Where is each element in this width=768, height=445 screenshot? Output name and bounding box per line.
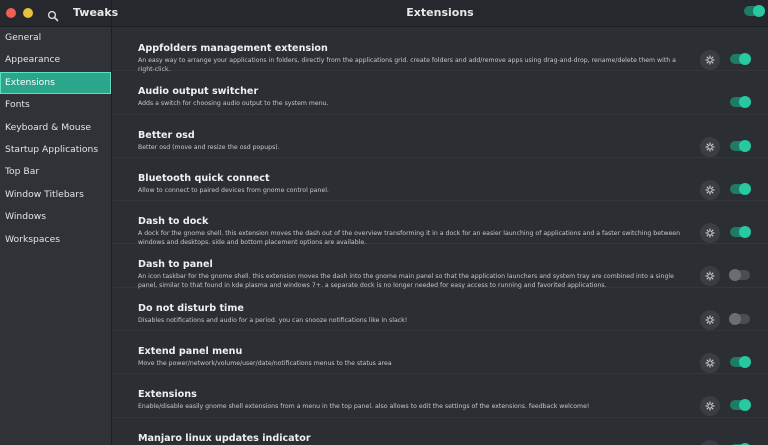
sidebar-item-extensions[interactable]: Extensions <box>0 71 111 95</box>
toggle-switch[interactable] <box>730 356 751 369</box>
extension-enable-toggle[interactable] <box>730 399 751 412</box>
extension-name: Do not disturb time <box>138 302 244 314</box>
extension-row: Appfolders management extension An easy w… <box>113 28 768 73</box>
extension-row: Better osd Better osd (move and resize th… <box>113 115 768 158</box>
toggle-knob <box>739 96 751 109</box>
extension-description: Allow to connect to paired devices from … <box>138 186 329 194</box>
toggle-switch[interactable] <box>730 226 751 239</box>
sidebar-item-windows[interactable]: Windows <box>0 206 111 228</box>
toggle-switch[interactable] <box>730 96 751 109</box>
gear-icon <box>705 228 715 238</box>
extension-enable-toggle[interactable] <box>730 182 751 195</box>
search-icon[interactable] <box>47 7 59 22</box>
gear-icon <box>705 185 715 195</box>
extension-row: Bluetooth quick connect Allow to connect … <box>113 158 768 202</box>
extension-name: Dash to dock <box>138 216 209 228</box>
extension-name: Better osd <box>138 129 195 141</box>
toggle-knob <box>739 53 751 65</box>
extension-row: Extensions Enable/disable easily gnome sh… <box>113 374 768 418</box>
extension-row: Manjaro linux updates indicator <box>113 418 768 445</box>
gear-icon <box>705 315 715 325</box>
extension-settings-button[interactable] <box>700 309 720 330</box>
extension-enable-toggle[interactable] <box>730 96 751 109</box>
sidebar-item-keyboard-mouse[interactable]: Keyboard & Mouse <box>0 117 111 139</box>
header-bar: Tweaks Extensions <box>0 0 768 27</box>
extension-settings-button[interactable] <box>700 396 720 417</box>
extension-enable-toggle[interactable] <box>730 53 751 65</box>
extension-name: Appfolders management extension <box>138 43 328 54</box>
extension-row: Dash to dock A dock for the gnome shell. … <box>113 201 768 246</box>
page-title: Extensions <box>406 6 474 19</box>
extension-row: Audio output switcher Adds a switch for c… <box>113 71 768 115</box>
gear-icon <box>705 401 715 411</box>
extension-row: Extend panel menu Move the power/network/… <box>113 331 768 375</box>
gear-icon <box>705 271 715 281</box>
extension-settings-button[interactable] <box>700 439 720 445</box>
extension-enable-toggle[interactable] <box>730 356 751 369</box>
extension-row: Dash to panel An icon taskbar for the gno… <box>113 244 768 289</box>
extension-description: Better osd (move and resize the osd popu… <box>138 143 280 151</box>
toggle-knob <box>739 226 751 239</box>
extension-name: Bluetooth quick connect <box>138 172 270 184</box>
gear-icon <box>705 358 715 368</box>
close-window-button[interactable] <box>6 8 16 18</box>
extension-name: Manjaro linux updates indicator <box>138 432 311 444</box>
extensions-master-toggle[interactable] <box>744 5 765 17</box>
gear-icon <box>705 142 715 152</box>
extension-name: Dash to panel <box>138 259 213 271</box>
sidebar-item-workspaces[interactable]: Workspaces <box>0 229 111 251</box>
extension-name: Extend panel menu <box>138 346 243 358</box>
extension-settings-button[interactable] <box>700 136 720 157</box>
extension-description: Adds a switch for choosing audio output … <box>138 100 329 108</box>
toggle-knob <box>753 5 765 17</box>
sidebar-item-window-titlebars[interactable]: Window Titlebars <box>0 184 111 206</box>
toggle-knob <box>739 399 751 412</box>
extension-description: Enable/disable easily gnome shell extens… <box>138 403 590 411</box>
extension-settings-button[interactable] <box>700 179 720 200</box>
toggle-knob <box>739 182 751 195</box>
extensions-list: Appfolders management extension An easy w… <box>113 28 768 445</box>
toggle-knob <box>729 269 741 282</box>
extension-enable-toggle[interactable] <box>730 139 751 152</box>
extension-settings-button[interactable] <box>700 353 720 374</box>
extension-description: Disables notifications and audio for a p… <box>138 316 408 324</box>
extension-enable-toggle[interactable] <box>730 226 751 239</box>
extension-settings-button[interactable] <box>700 266 720 287</box>
extension-name: Audio output switcher <box>138 86 259 98</box>
extension-enable-toggle[interactable] <box>729 269 750 282</box>
toggle-knob <box>739 139 751 152</box>
extension-name: Extensions <box>138 389 197 401</box>
toggle-switch[interactable] <box>729 269 750 282</box>
toggle-switch[interactable] <box>730 53 751 65</box>
toggle-switch[interactable] <box>730 399 751 412</box>
sidebar-item-fonts[interactable]: Fonts <box>0 94 111 116</box>
sidebar-item-top-bar[interactable]: Top Bar <box>0 161 111 183</box>
sidebar: General Appearance Extensions Fonts Keyboard… <box>0 27 112 445</box>
toggle-switch[interactable] <box>729 312 750 325</box>
sidebar-item-startup-applications[interactable]: Startup Applications <box>0 139 111 161</box>
minimize-window-button[interactable] <box>23 8 33 18</box>
extension-settings-button[interactable] <box>700 50 720 70</box>
header-left: Tweaks <box>0 0 118 27</box>
toggle-switch[interactable] <box>730 182 751 195</box>
extension-description: Move the power/network/volume/user/date/… <box>138 360 392 368</box>
extension-settings-button[interactable] <box>700 223 720 244</box>
toggle-switch[interactable] <box>730 139 751 152</box>
extension-enable-toggle[interactable] <box>729 312 750 325</box>
extension-row: Do not disturb time Disables notification… <box>113 288 768 332</box>
sidebar-item-appearance[interactable]: Appearance <box>0 49 111 71</box>
toggle-knob <box>739 356 751 369</box>
master-toggle-switch[interactable] <box>744 5 765 17</box>
sidebar-item-general[interactable]: General <box>0 27 111 49</box>
toggle-knob <box>729 312 741 325</box>
gear-icon <box>705 55 715 65</box>
